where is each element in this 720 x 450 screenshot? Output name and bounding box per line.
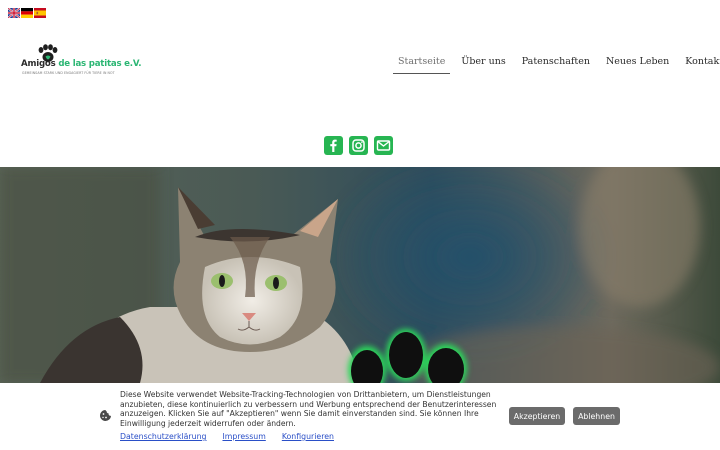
logo-tagline: GEMEINSAM STARK UND ENGAGIERT FÜR TIERE … (22, 71, 115, 75)
cookie-links: Datenschutzerklärung Impressum Konfiguri… (120, 432, 334, 441)
social-links (324, 136, 393, 155)
mail-icon[interactable] (374, 136, 393, 155)
logo-name: Amigos de las patitas e.V. (21, 59, 142, 69)
nav-item-ueber-uns[interactable]: Über uns (456, 56, 510, 73)
language-switcher (8, 8, 46, 18)
flag-uk-icon[interactable] (8, 8, 20, 18)
cookie-icon (100, 410, 111, 421)
nav-item-startseite[interactable]: Startseite (393, 56, 451, 74)
flag-spain-icon[interactable] (34, 8, 46, 18)
cookie-message: Diese Website verwendet Website-Tracking… (120, 390, 497, 428)
instagram-icon[interactable] (349, 136, 368, 155)
nav-item-neues-leben[interactable]: Neues Leben (601, 56, 674, 73)
hero-image (0, 167, 720, 383)
nav-item-kontakt[interactable]: Kontakt (680, 56, 720, 73)
configure-link[interactable]: Konfigurieren (282, 432, 334, 441)
main-nav: Startseite Über uns Patenschaften Neues … (393, 56, 720, 74)
imprint-link[interactable]: Impressum (222, 432, 265, 441)
flag-germany-icon[interactable] (21, 8, 33, 18)
privacy-policy-link[interactable]: Datenschutzerklärung (120, 432, 206, 441)
site-logo[interactable]: Amigos de las patitas e.V. GEMEINSAM STA… (19, 44, 141, 78)
cat-photo (0, 167, 720, 383)
accept-cookies-button[interactable]: Akzeptieren (509, 407, 565, 425)
decline-cookies-button[interactable]: Ablehnen (573, 407, 620, 425)
facebook-icon[interactable] (324, 136, 343, 155)
nav-item-patenschaften[interactable]: Patenschaften (517, 56, 595, 73)
